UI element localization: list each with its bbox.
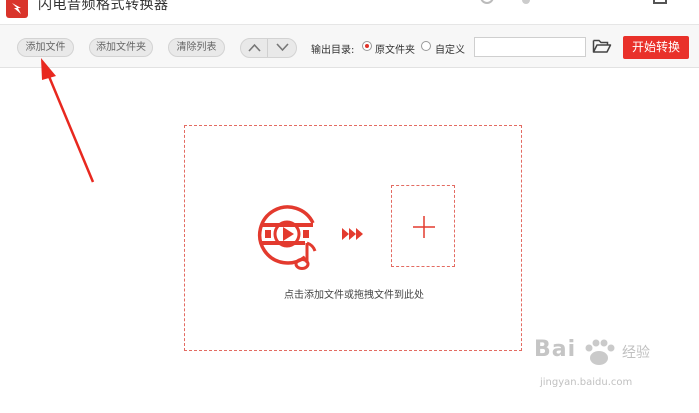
app-logo-icon (6, 0, 28, 18)
output-path-input[interactable] (474, 37, 586, 57)
chevron-up-icon (248, 43, 261, 52)
add-file-box[interactable] (391, 185, 455, 267)
watermark: Bai 经验 jingyan.baidu.com (534, 337, 694, 397)
audio-video-icon (258, 205, 317, 270)
radio-original-folder-label[interactable]: 原文件夹 (375, 41, 415, 56)
toolbar: 添加文件 添加文件夹 清除列表 输出目录: 原文件夹 自定义 开始转换 (0, 24, 699, 68)
title-menu-icon[interactable] (522, 0, 530, 4)
start-convert-button[interactable]: 开始转换 (623, 36, 689, 59)
move-up-button[interactable] (241, 39, 268, 57)
watermark-brand: Bai (534, 337, 577, 362)
output-dir-label: 输出目录: (311, 45, 355, 56)
add-folder-button[interactable]: 添加文件夹 (89, 38, 153, 57)
clear-list-button[interactable]: 清除列表 (168, 38, 225, 57)
move-down-button[interactable] (269, 39, 296, 57)
add-file-button[interactable]: 添加文件 (17, 38, 74, 57)
fast-forward-icon (342, 228, 363, 240)
radio-custom-folder[interactable] (421, 41, 431, 51)
drop-zone[interactable]: 点击添加文件或拖拽文件到此处 (184, 125, 522, 351)
reorder-button-group (240, 38, 297, 58)
browse-folder-button[interactable] (592, 38, 612, 56)
folder-open-icon (592, 39, 612, 53)
title-help-icon[interactable] (480, 0, 494, 4)
paw-icon (585, 339, 615, 365)
drop-hint-text: 点击添加文件或拖拽文件到此处 (284, 290, 424, 301)
app-title: 闪电音频格式转换器 (38, 0, 169, 13)
watermark-text: 经验 (622, 345, 650, 361)
radio-original-folder[interactable] (362, 41, 372, 51)
plus-icon (413, 216, 435, 238)
chevron-down-icon (276, 43, 289, 52)
minimize-icon[interactable] (653, 0, 667, 4)
watermark-url: jingyan.baidu.com (540, 377, 633, 388)
radio-custom-folder-label[interactable]: 自定义 (435, 41, 465, 56)
title-bar: 闪电音频格式转换器 (0, 0, 699, 24)
app-window: 闪电音频格式转换器 添加文件 添加文件夹 清除列表 输出目录: 原文件夹 自定义 (0, 0, 699, 413)
